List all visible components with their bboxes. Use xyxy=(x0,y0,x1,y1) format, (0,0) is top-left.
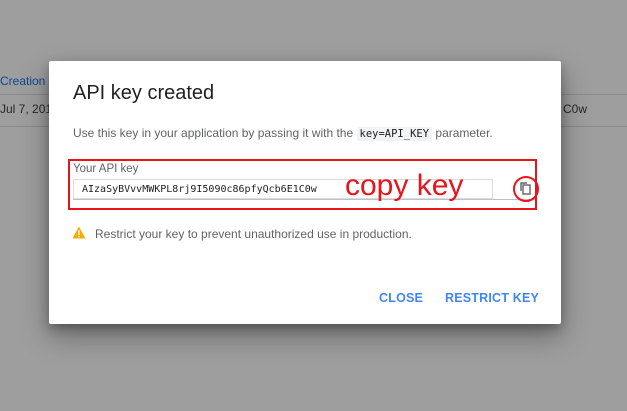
key-parameter-code: key=API_KEY xyxy=(356,127,433,141)
api-key-label: Your API key xyxy=(73,163,139,175)
copy-icon xyxy=(520,182,531,195)
annotation-copy-key-text: copy key xyxy=(345,169,464,202)
warning-icon xyxy=(72,226,86,239)
api-key-created-dialog: API key created Use this key in your app… xyxy=(49,61,561,324)
api-key-field xyxy=(73,179,537,200)
dialog-description: Use this key in your application by pass… xyxy=(73,126,493,141)
description-text-after: parameter. xyxy=(435,126,493,140)
warning-text: Restrict your key to prevent unauthorize… xyxy=(95,227,412,241)
close-button[interactable]: CLOSE xyxy=(379,287,423,309)
copy-button[interactable] xyxy=(516,179,536,199)
description-text-before: Use this key in your application by pass… xyxy=(73,126,354,140)
dialog-title: API key created xyxy=(73,82,215,104)
restrict-key-button[interactable]: RESTRICT KEY xyxy=(445,287,539,309)
